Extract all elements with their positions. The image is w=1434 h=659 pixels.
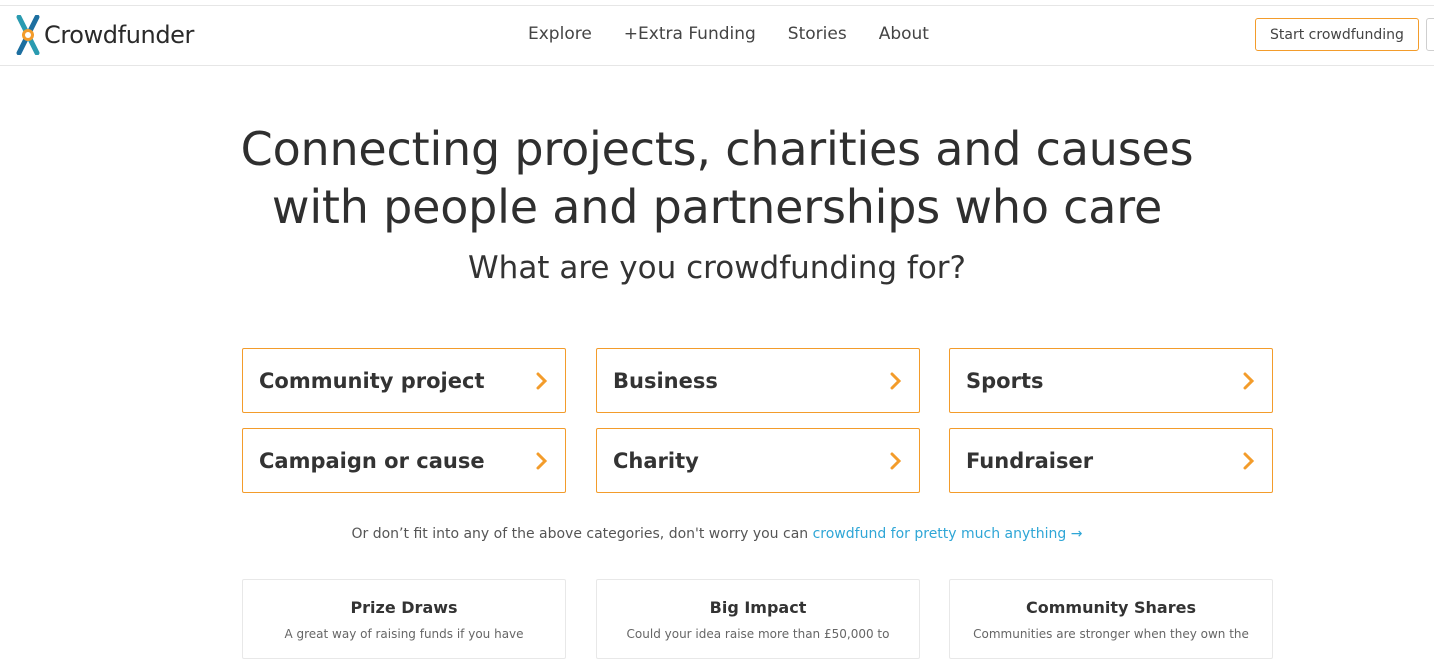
card-big-impact[interactable]: Big Impact Could your idea raise more th… [596,579,920,659]
other-categories-note: Or don’t fit into any of the above categ… [0,526,1434,542]
category-label: Charity [613,448,699,473]
card-community-shares[interactable]: Community Shares Communities are stronge… [949,579,1273,659]
logo-text: Crowdfunder [44,21,194,49]
card-title: Big Impact [709,598,807,617]
card-text: Communities are stronger when they own t… [973,627,1249,641]
chevron-right-icon [536,452,548,469]
hero-subtitle: What are you crowdfunding for? [468,250,966,286]
category-community-project[interactable]: Community project [242,348,566,413]
chevron-right-icon [536,372,548,389]
card-text: A great way of raising funds if you have [284,627,524,641]
nav-stories[interactable]: Stories [788,25,847,43]
nav-about[interactable]: About [879,25,929,43]
logo[interactable]: Crowdfunder [14,15,194,55]
card-prize-draws[interactable]: Prize Draws A great way of raising funds… [242,579,566,659]
site-header: Crowdfunder Explore +Extra Funding Stori… [0,6,1434,66]
category-label: Community project [259,368,485,393]
category-fundraiser[interactable]: Fundraiser [949,428,1273,493]
nav-extra-funding[interactable]: +Extra Funding [624,25,756,43]
chevron-right-icon [890,452,902,469]
card-text: Could your idea raise more than £50,000 … [626,627,890,641]
hero-title-line-1: Connecting projects, charities and cause… [240,122,1194,176]
category-label: Campaign or cause [259,448,485,473]
category-charity[interactable]: Charity [596,428,920,493]
start-crowdfunding-button[interactable]: Start crowdfunding [1255,18,1419,51]
category-label: Business [613,368,718,393]
main-nav: Explore +Extra Funding Stories About [528,12,961,56]
hero-title-line-2: with people and partnerships who care [271,180,1163,234]
category-label: Fundraiser [966,448,1094,473]
chevron-right-icon [890,372,902,389]
card-title: Prize Draws [350,598,458,617]
chevron-right-icon [1243,372,1255,389]
category-campaign-or-cause[interactable]: Campaign or cause [242,428,566,493]
category-label: Sports [966,368,1044,393]
category-sports[interactable]: Sports [949,348,1273,413]
nav-explore[interactable]: Explore [528,25,592,43]
chevron-right-icon [1243,452,1255,469]
category-business[interactable]: Business [596,348,920,413]
crowdfund-anything-link[interactable]: crowdfund for pretty much anything → [813,526,1083,542]
note-text: Or don’t fit into any of the above categ… [351,526,813,542]
card-title: Community Shares [1026,598,1196,617]
crowdfunder-logo-icon [16,15,40,55]
secondary-header-button[interactable] [1426,18,1434,51]
hero-title: Connecting projects, charities and cause… [0,120,1434,236]
